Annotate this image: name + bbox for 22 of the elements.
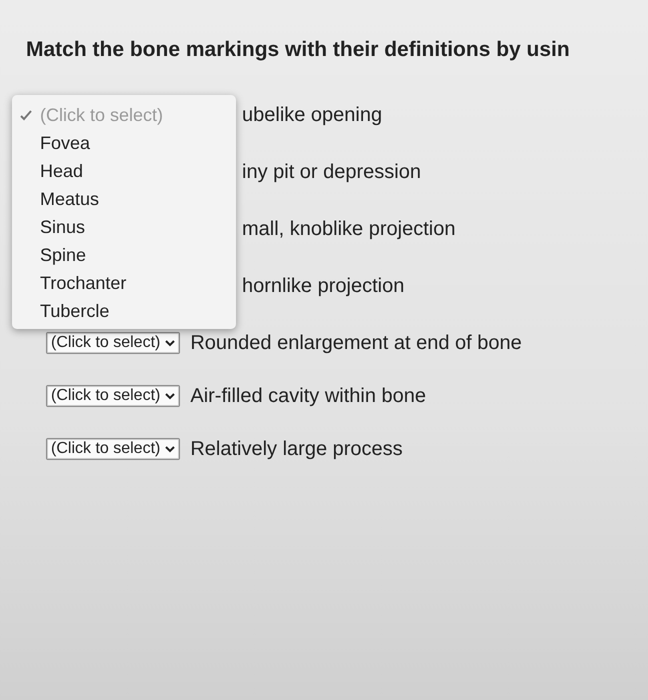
caret-icon (165, 340, 176, 346)
definition-text: Relatively large process (190, 438, 403, 460)
definition-text: Air-filled cavity within bone (190, 384, 426, 408)
definition-text: hornlike projection (242, 274, 404, 298)
dropdown-option[interactable]: Tubercle (12, 297, 236, 325)
dropdown-option[interactable]: Spine (12, 241, 236, 269)
caret-icon (165, 446, 176, 452)
select-dropdown[interactable]: (Click to select) (46, 332, 180, 354)
dropdown-option[interactable]: Trochanter (12, 269, 236, 297)
dropdown-option[interactable]: Sinus (12, 213, 236, 241)
dropdown-option[interactable]: Fovea (12, 129, 236, 157)
select-dropdown[interactable]: (Click to select) (46, 385, 180, 407)
instruction-heading: Match the bone markings with their definitions by usin (26, 38, 571, 62)
definition-text: Rounded enlargement at end of bone (190, 332, 522, 354)
dropdown-option[interactable]: Meatus (12, 185, 236, 213)
checkmark-icon (20, 110, 32, 120)
definition-text: iny pit or depression (242, 160, 421, 184)
definition-text: ubelike opening (242, 104, 382, 126)
definition-text: mall, knoblike projection (242, 218, 456, 240)
dropdown-option[interactable]: Head (12, 157, 236, 185)
select-dropdown[interactable]: (Click to select) (46, 438, 180, 460)
caret-icon (165, 392, 176, 400)
